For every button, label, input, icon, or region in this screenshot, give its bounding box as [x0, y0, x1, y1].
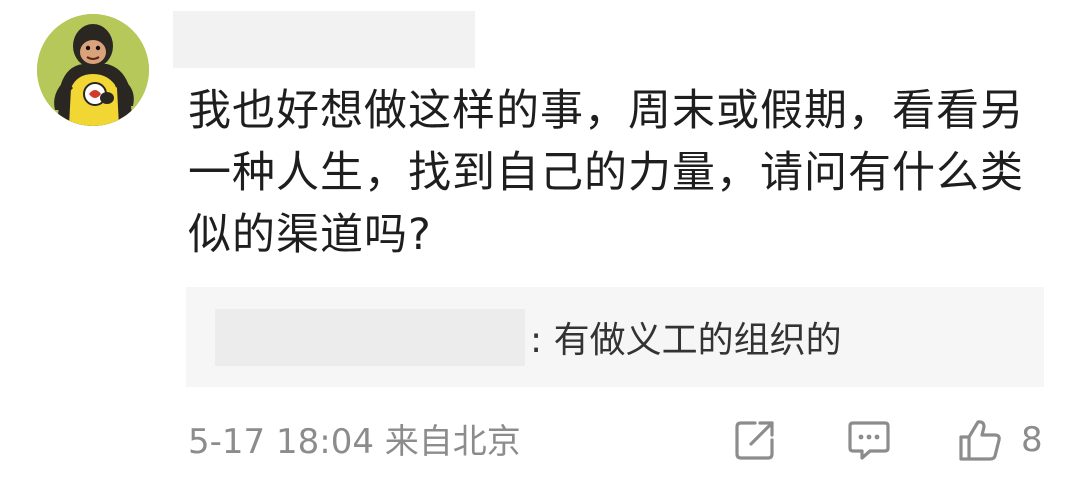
- share-icon: [735, 421, 774, 460]
- username-redacted[interactable]: [173, 11, 475, 68]
- timestamp-location: 5-17 18:04 来自北京: [188, 422, 521, 462]
- like-button[interactable]: 8: [957, 414, 1047, 466]
- comment-card: 我也好想做这样的事，周末或假期，看看另一种人生，找到自己的力量，请问有什么类似的…: [0, 0, 1080, 493]
- share-button[interactable]: [733, 414, 777, 466]
- comment-button[interactable]: [846, 414, 892, 466]
- like-count: 8: [1021, 420, 1043, 460]
- comment-icon: [848, 421, 890, 460]
- reply-username-redacted[interactable]: [215, 309, 525, 366]
- thumbs-up-icon: [959, 420, 1001, 461]
- comment-body: 我也好想做这样的事，周末或假期，看看另一种人生，找到自己的力量，请问有什么类似的…: [188, 86, 1024, 260]
- avatar[interactable]: [37, 14, 149, 126]
- reply-text: : 有做义工的组织的: [530, 320, 842, 361]
- cartoon-monkey-avatar-icon: [37, 14, 149, 126]
